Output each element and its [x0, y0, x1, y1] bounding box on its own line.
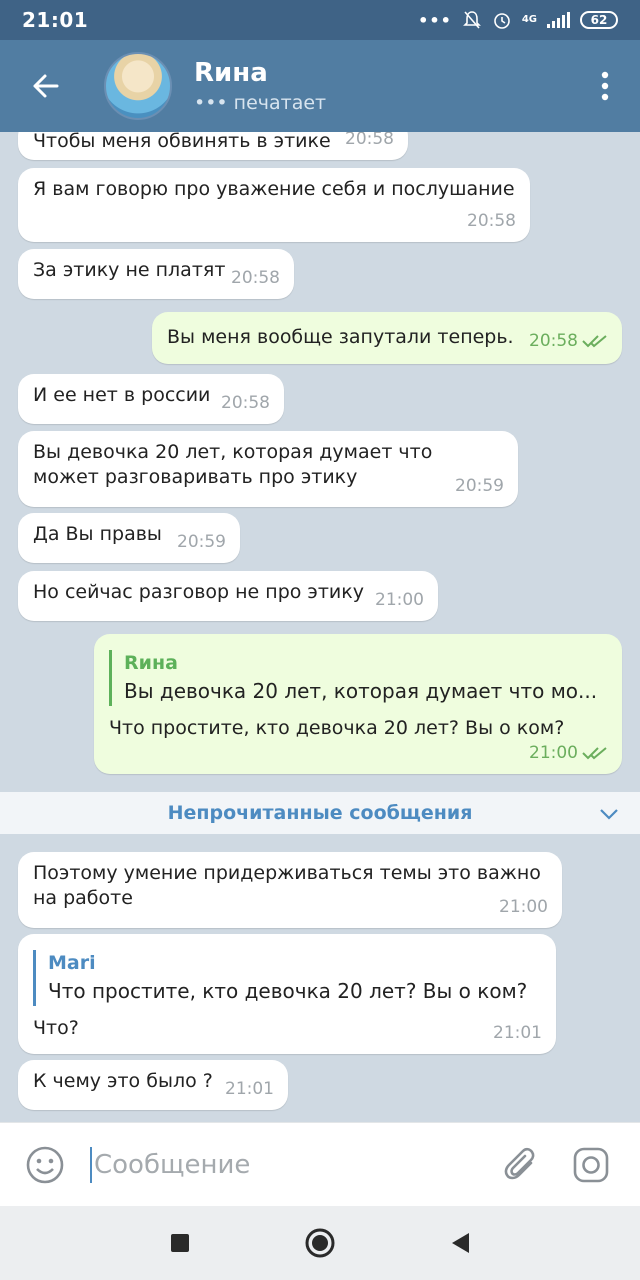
message-incoming[interactable]: Поэтому умение придерживаться темы это в…: [18, 852, 562, 928]
message-text: Вы девочка 20 лет, которая думает что мо…: [33, 441, 433, 488]
read-checkmarks-icon: [582, 335, 607, 348]
message-incoming[interactable]: Вы девочка 20 лет, которая думает что мо…: [18, 431, 518, 507]
back-button[interactable]: [0, 40, 92, 132]
avatar[interactable]: [104, 52, 172, 120]
message-text: Я вам говорю про уважение себя и послуша…: [33, 178, 515, 200]
back-arrow-icon: [33, 74, 59, 98]
message-outgoing[interactable]: Rина Вы девочка 20 лет, которая думает ч…: [94, 634, 622, 774]
mute-bell-icon: [462, 11, 481, 29]
paperclip-icon: [504, 1147, 535, 1179]
chat-header: Rина ••• печатает: [0, 40, 640, 132]
read-checkmarks-icon: [582, 747, 607, 760]
reply-author: Mari: [48, 952, 96, 974]
message-text: Что?: [33, 1017, 79, 1039]
status-bar: 21:01 ••• 4G 62: [0, 0, 640, 40]
message-incoming[interactable]: И ее нет в россии 20:58: [18, 374, 284, 424]
camera-button[interactable]: [556, 1123, 626, 1207]
notification-dots-icon: •••: [418, 10, 452, 30]
message-text: К чему это было ?: [33, 1070, 213, 1092]
chat-title[interactable]: Rина ••• печатает: [194, 58, 326, 114]
typing-label: печатает: [233, 92, 327, 114]
message-text: Что простите, кто девочка 20 лет? Вы о к…: [109, 717, 565, 739]
message-incoming[interactable]: Чтобы меня обвинять в этике 20:58: [18, 132, 408, 160]
message-time: 21:00: [499, 897, 548, 917]
signal-icon: [547, 12, 570, 28]
message-time: 21:00: [375, 590, 424, 610]
status-time: 21:01: [22, 8, 89, 32]
message-text: Но сейчас разговор не про этику: [33, 581, 364, 603]
battery-icon: 62: [580, 11, 618, 29]
typing-dots-icon: •••: [194, 92, 234, 114]
message-time: 20:58: [345, 132, 394, 149]
message-incoming[interactable]: К чему это было ? 21:01: [18, 1060, 288, 1110]
message-outgoing[interactable]: Вы меня вообще запутали теперь. 20:58: [152, 312, 622, 364]
message-incoming[interactable]: Да Вы правы 20:59: [18, 513, 240, 563]
unread-messages-divider: Непрочитанные сообщения: [0, 792, 640, 834]
more-menu-button[interactable]: [570, 40, 640, 132]
home-circle-icon: [305, 1228, 335, 1258]
message-time-value: 21:00: [529, 743, 578, 763]
reply-quote[interactable]: Mari Что простите, кто девочка 20 лет? В…: [33, 950, 541, 1006]
message-time: 20:59: [177, 532, 226, 552]
emoji-button[interactable]: [0, 1123, 90, 1207]
message-time: 20:58: [221, 393, 270, 413]
chevron-down-icon[interactable]: [598, 802, 620, 824]
square-icon: [171, 1234, 189, 1252]
typing-status: ••• печатает: [194, 92, 326, 114]
home-button[interactable]: [300, 1223, 340, 1263]
message-time: 20:58: [467, 211, 516, 231]
message-text: Чтобы меня обвинять в этике: [33, 132, 331, 152]
message-incoming[interactable]: Но сейчас разговор не про этику 21:00: [18, 571, 438, 621]
network-type: 4G: [521, 14, 537, 25]
recents-button[interactable]: [160, 1223, 200, 1263]
reply-author: Rина: [124, 652, 178, 674]
message-time: 20:59: [455, 476, 504, 496]
message-input-bar: [0, 1122, 640, 1206]
system-nav-bar: [0, 1206, 640, 1280]
message-time: 21:01: [493, 1023, 542, 1043]
battery-level: 62: [590, 13, 608, 27]
message-time: 20:58: [529, 329, 608, 354]
message-time-value: 20:58: [529, 331, 578, 351]
attach-button[interactable]: [486, 1123, 556, 1207]
camera-icon: [573, 1147, 609, 1182]
unread-label: Непрочитанные сообщения: [167, 802, 473, 824]
message-incoming[interactable]: За этику не платят 20:58: [18, 249, 294, 299]
message-text: Поэтому умение придерживаться темы это в…: [33, 862, 541, 909]
message-text: За этику не платят: [33, 259, 226, 281]
reply-text: Что простите, кто девочка 20 лет? Вы о к…: [48, 979, 528, 1003]
message-text: Вы меня вообще запутали теперь.: [167, 326, 514, 348]
message-incoming[interactable]: Mari Что простите, кто девочка 20 лет? В…: [18, 934, 556, 1054]
message-text: И ее нет в россии: [33, 384, 211, 406]
emoji-icon: [26, 1146, 64, 1183]
message-input[interactable]: [92, 1149, 472, 1180]
reply-text: Вы девочка 20 лет, которая думает что мо…: [124, 679, 598, 703]
alarm-icon: [494, 13, 510, 29]
contact-name: Rина: [194, 58, 268, 88]
triangle-back-icon: [452, 1233, 469, 1253]
reply-quote[interactable]: Rина Вы девочка 20 лет, которая думает ч…: [109, 650, 607, 706]
more-vertical-icon: [601, 71, 609, 101]
message-text: Да Вы правы: [33, 523, 162, 545]
status-icons: ••• 4G 62: [418, 10, 618, 30]
message-time: 21:00: [529, 741, 608, 766]
message-time: 20:58: [231, 268, 280, 288]
chat-area[interactable]: Чтобы меня обвинять в этике 20:58 Я вам …: [0, 132, 640, 1122]
message-incoming[interactable]: Я вам говорю про уважение себя и послуша…: [18, 168, 530, 242]
message-time: 21:01: [225, 1079, 274, 1099]
back-nav-button[interactable]: [440, 1223, 480, 1263]
